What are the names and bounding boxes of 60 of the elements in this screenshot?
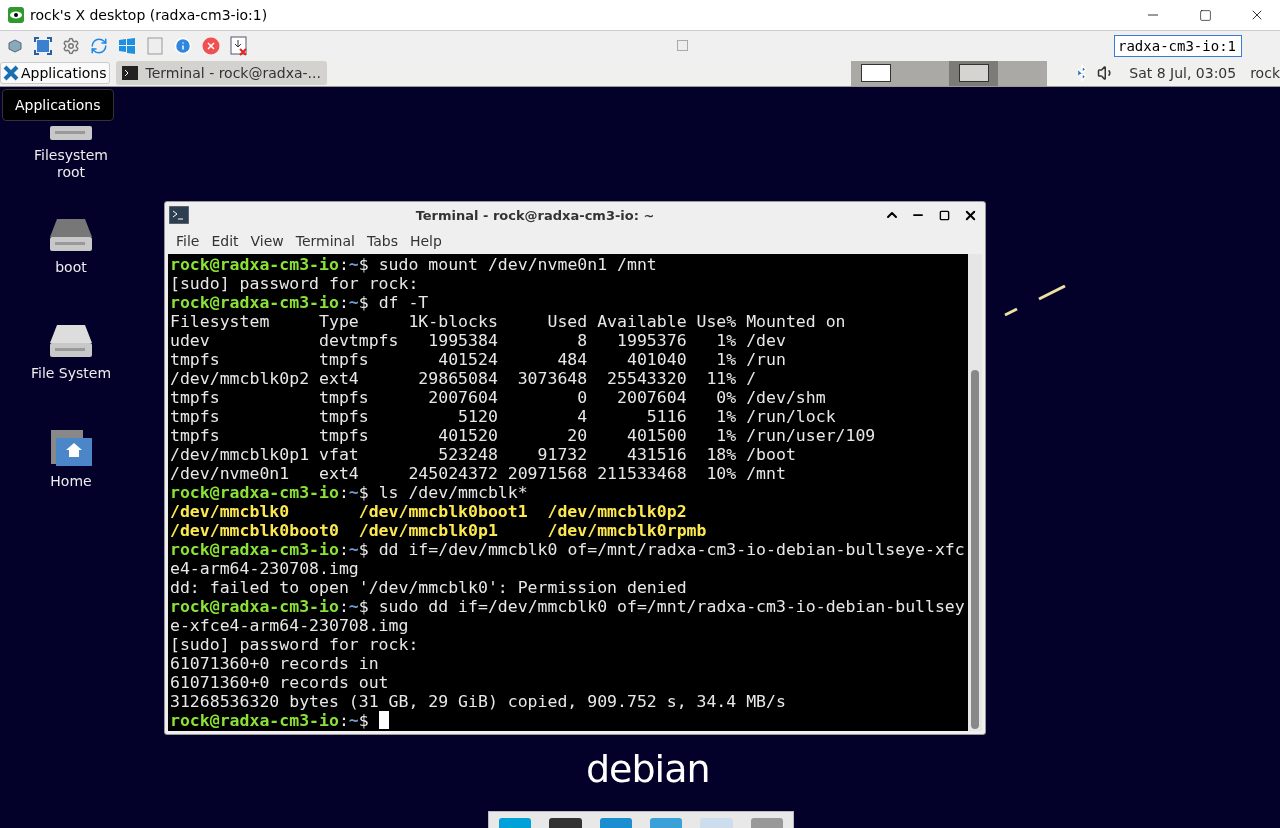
hard-disk-icon [49,323,93,359]
workspace-button[interactable] [949,60,999,86]
output-line: /dev/mmcblk0p1 vfat 523248 91732 431516 18% /boot [170,445,797,464]
output-line: 31268536320 bytes (31 GB, 29 GiB) copied, 909.752 s, 34.4 MB/s [170,692,787,711]
desktop-icon-label[interactable]: boot [55,259,87,276]
applications-menu-button[interactable]: Applications [0,62,110,84]
prompt-line: rock@radxa-cm3-io:~$ ls /dev/mmcblk* [170,483,529,502]
desktop-icon-label[interactable]: File System [30,365,112,382]
output-line: udev devtmpfs 1995384 8 1995376 1% /dev [170,331,787,350]
menu-item[interactable]: View [245,231,289,251]
output-line: e4-arm64-230708.img [170,559,360,578]
checkbox-icon[interactable] [676,40,688,51]
fullscreen-icon[interactable] [32,34,54,57]
menu-item[interactable]: File [171,231,205,251]
menu-item[interactable]: Help [404,231,447,251]
prompt-line: rock@radxa-cm3-io:~$ df -T [170,293,430,312]
desktop-icon-label[interactable]: Home [50,473,92,490]
prompt-line: rock@radxa-cm3-io:~$ dd if=/dev/mmcblk0 of=/mnt/radxa-cm3-io-debian-bullseye-xfc [170,540,966,559]
terminal-icon [121,66,138,80]
drive-icon [49,217,93,253]
output-line: 61071360+0 records in [170,654,380,673]
prompt-line: rock@radxa-cm3-io:~$ sudo mount /dev/nvme0n1 /mnt [170,255,658,274]
maximize-icon[interactable] [938,209,950,221]
output-line: /dev/nvme0n1 ext4 245024372 20971568 211533468 10% /mnt [170,464,787,483]
prompt-line: rock@radxa-cm3-io:~$ [170,711,966,730]
workspace-button[interactable] [851,60,901,86]
menu-item[interactable]: Edit [206,231,244,251]
terminal-icon [169,206,189,224]
listing-line: /dev/mmcblk0boot0 /dev/mmcblk0p1 /dev/mmcblk0rpmb [170,521,708,540]
desktop-icon-label[interactable]: Filesystem root [31,147,111,181]
tooltip: Applications [2,89,114,121]
output-line: 61071360+0 records out [170,673,390,692]
output-line: [sudo] password for rock: [170,635,420,654]
output-line: tmpfs tmpfs 5120 4 5116 1% /run/lock [170,407,837,426]
streak-drawing [1003,285,1067,317]
drive-icon [49,125,93,141]
output-line: Filesystem Type 1K-blocks Used Available Use% Mounted on [170,312,847,331]
window-title: rock's X desktop (radxa-cm3-io:1) [30,7,269,23]
home-folder-icon [50,429,92,467]
output-line: tmpfs tmpfs 401520 20 401500 1% /run/user/109 [170,426,877,445]
debian-logo: debian [586,747,710,791]
menu-item[interactable]: Terminal [290,231,360,251]
download-window-icon[interactable] [228,34,250,57]
user-name[interactable]: rock [1250,65,1280,81]
terminal-title: Terminal - rock@radxa-cm3-io: ~ [414,207,656,223]
eye-logo-icon [8,7,24,23]
host-field[interactable]: radxa-cm3-io:1 [1114,34,1242,57]
prompt-line: rock@radxa-cm3-io:~$ sudo dd if=/dev/mmcblk0 of=/mnt/radxa-cm3-io-debian-bullsey [170,597,966,616]
output-line: /dev/mmcblk0p2 ext4 29865084 3073648 25543320 11% / [170,369,758,388]
taskbar-button[interactable]: Terminal - rock@radxa-... [115,61,327,85]
output-line: [sudo] password for rock: [170,274,420,293]
listing-line: /dev/mmcblk0 /dev/mmcblk0boot1 /dev/mmcblk0p2 [170,502,688,521]
output-line: dd: failed to open '/dev/mmcblk0': Permission denied [170,578,688,597]
scrollbar-thumb[interactable] [971,369,979,729]
menu-item[interactable]: Tabs [361,231,403,251]
output-line: e-xfce4-arm64-230708.img [170,616,410,635]
clock[interactable]: Sat 8 Jul, 03:05 [1129,65,1237,81]
output-line: tmpfs tmpfs 401524 484 401040 1% /run [170,350,787,369]
output-line: tmpfs tmpfs 2007604 0 2007604 0% /dev/shm [170,388,827,407]
cross-logo-icon [3,65,19,81]
